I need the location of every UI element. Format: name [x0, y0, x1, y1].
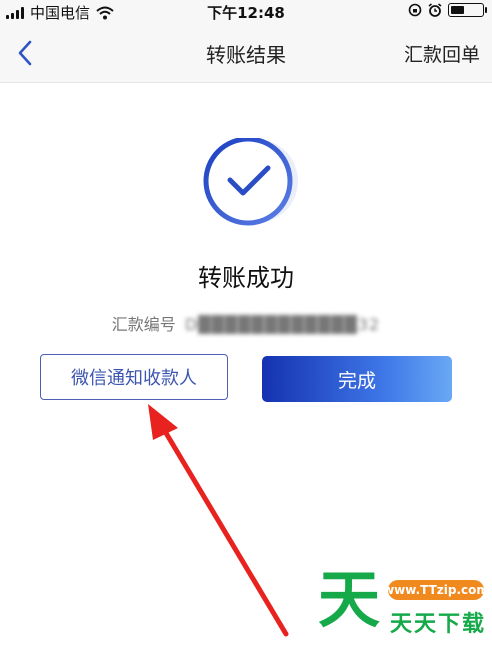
battery-icon	[448, 3, 487, 17]
wechat-notify-button[interactable]: 微信通知收款人	[40, 354, 228, 400]
rotation-lock-icon	[408, 3, 422, 17]
watermark-logo-char: 天	[318, 563, 381, 636]
remittance-receipt-link[interactable]: 汇款回单	[404, 40, 480, 67]
serial-value: D████████████32	[184, 315, 381, 334]
nav-bar: 转账结果 汇款回单	[0, 24, 492, 83]
serial-row: 汇款编号 D████████████32	[0, 311, 492, 335]
status-bar: 中国电信 下午12:48	[0, 0, 492, 24]
alarm-icon	[428, 3, 442, 17]
watermark-text: 天天下载	[390, 612, 487, 637]
check-circle-icon	[203, 138, 298, 226]
status-right	[408, 3, 487, 17]
serial-label: 汇款编号	[111, 315, 176, 334]
done-button[interactable]: 完成	[262, 356, 452, 402]
watermark-url: www.TTzip.com	[383, 580, 489, 600]
result-title: 转账成功	[198, 264, 294, 292]
battery-level	[451, 6, 464, 14]
